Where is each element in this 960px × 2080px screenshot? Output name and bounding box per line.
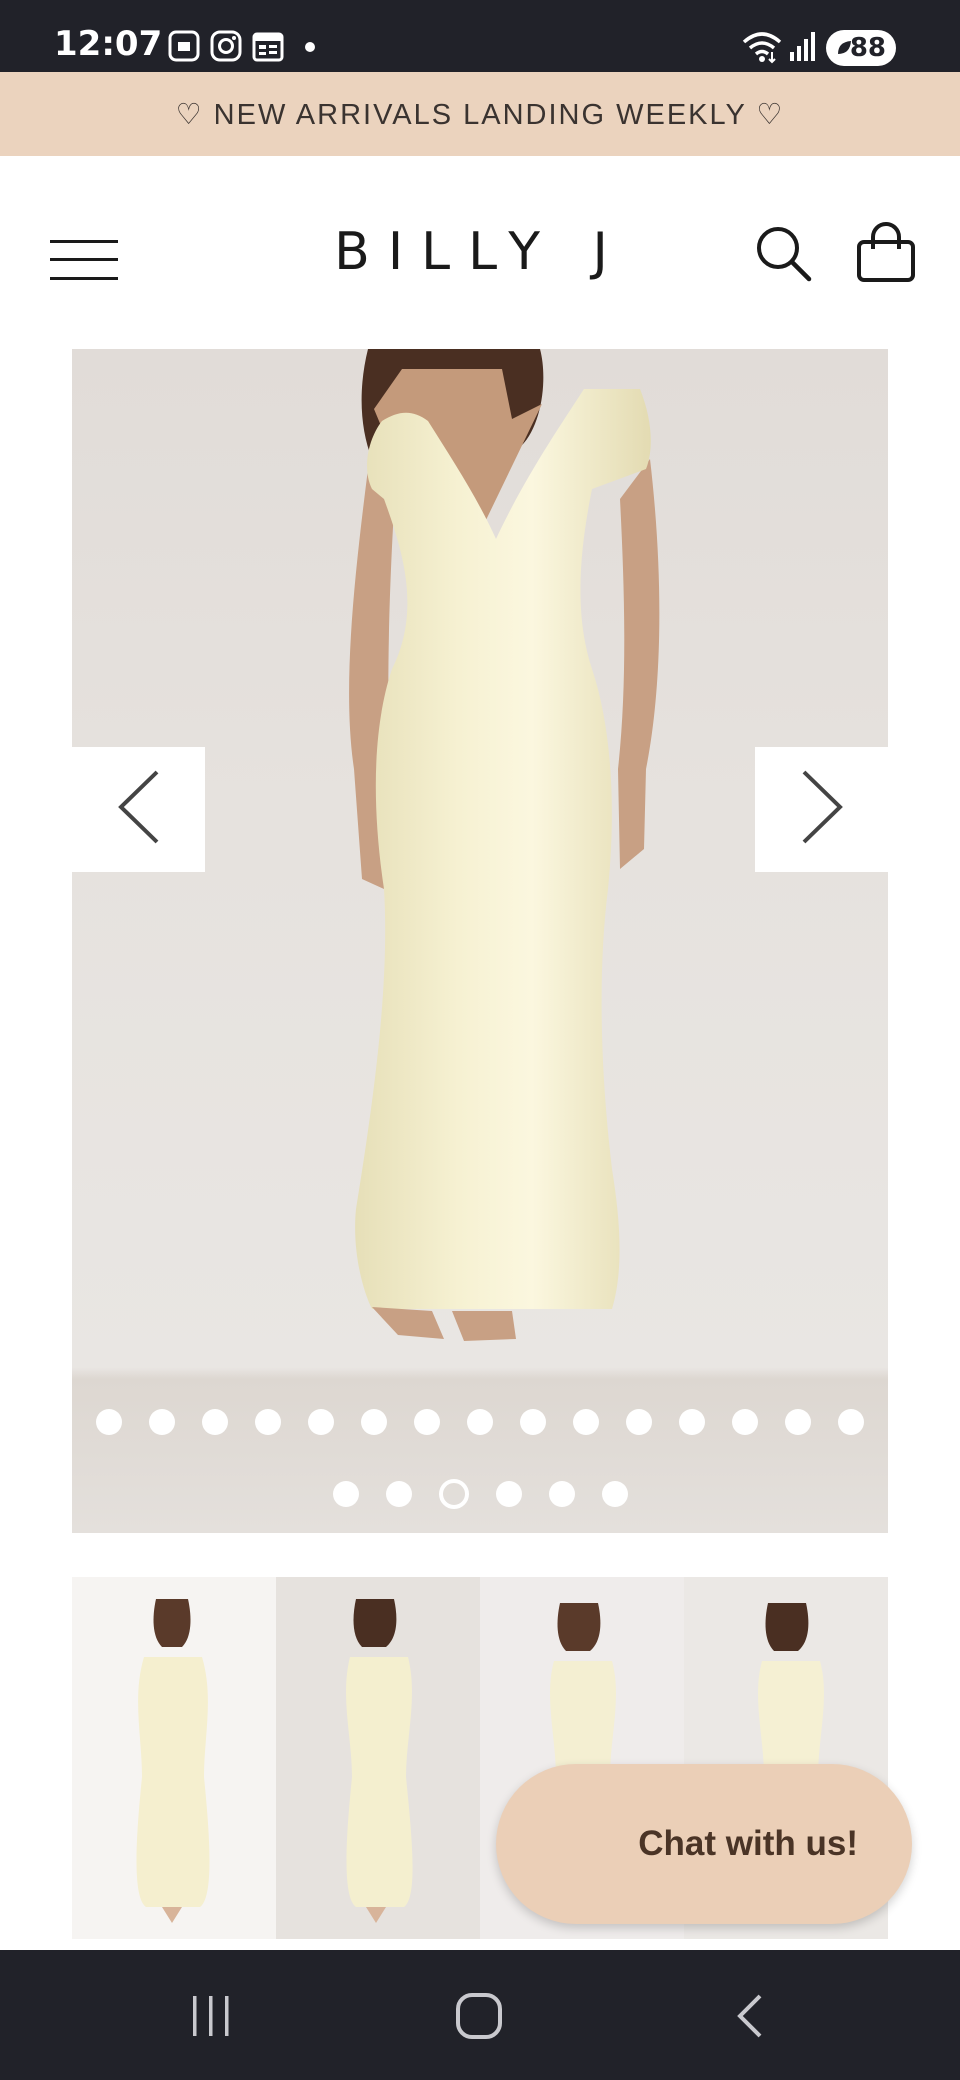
prev-image-button[interactable]: [72, 747, 205, 872]
screenshot-icon: [166, 28, 202, 69]
status-time: 12:07: [54, 24, 163, 64]
gallery-dot[interactable]: [385, 1481, 412, 1507]
gallery-dot[interactable]: [332, 1481, 359, 1507]
system-navigation-bar: [0, 1950, 960, 2080]
gallery-dots-row-1: [72, 1409, 888, 1435]
next-image-button[interactable]: [755, 747, 888, 872]
status-bar: 12:07 88: [0, 0, 960, 72]
chat-button[interactable]: Chat with us!: [496, 1764, 912, 1924]
chevron-right-icon: [800, 768, 844, 851]
chevron-left-icon: [117, 768, 161, 851]
gallery-dot[interactable]: [520, 1409, 546, 1435]
gallery-dot[interactable]: [548, 1481, 575, 1507]
home-icon[interactable]: [444, 1988, 514, 2044]
gallery-dot[interactable]: [255, 1409, 281, 1435]
gallery-dot[interactable]: [96, 1409, 122, 1435]
brand-logo[interactable]: BILLY J: [0, 222, 960, 282]
gallery-dot[interactable]: [573, 1409, 599, 1435]
gallery-dot[interactable]: [467, 1409, 493, 1435]
gallery-dot[interactable]: [361, 1409, 387, 1435]
instagram-icon: [208, 28, 244, 69]
shopping-bag-icon[interactable]: [856, 222, 916, 284]
gallery-dot[interactable]: [679, 1409, 705, 1435]
back-icon[interactable]: [714, 1988, 784, 2044]
gallery-dot[interactable]: [308, 1409, 334, 1435]
gallery-dot[interactable]: [785, 1409, 811, 1435]
gallery-dot[interactable]: [414, 1409, 440, 1435]
gallery-dot-active[interactable]: [438, 1479, 469, 1509]
recent-apps-icon[interactable]: [176, 1988, 246, 2044]
product-image-gallery[interactable]: [72, 349, 888, 1533]
promo-banner[interactable]: ♡ NEW ARRIVALS LANDING WEEKLY ♡: [0, 72, 960, 156]
product-image: [349, 349, 660, 1341]
search-icon[interactable]: [754, 224, 814, 284]
gallery-dot[interactable]: [495, 1481, 522, 1507]
promo-text: ♡ NEW ARRIVALS LANDING WEEKLY ♡: [175, 98, 785, 131]
battery-icon: 88: [826, 30, 896, 66]
gallery-dot[interactable]: [149, 1409, 175, 1435]
wifi-icon: [742, 30, 782, 69]
thumbnail-2[interactable]: [276, 1577, 480, 1939]
battery-level: 88: [849, 33, 886, 63]
gallery-dot[interactable]: [202, 1409, 228, 1435]
gallery-dot[interactable]: [732, 1409, 758, 1435]
gallery-dots-row-2: [72, 1479, 888, 1509]
dot-icon: [304, 40, 316, 58]
gallery-dot[interactable]: [838, 1409, 864, 1435]
signal-icon: [788, 30, 818, 67]
gallery-dot[interactable]: [601, 1481, 628, 1507]
thumbnail-1[interactable]: [72, 1577, 276, 1939]
gallery-dot[interactable]: [626, 1409, 652, 1435]
calendar-icon: [250, 28, 286, 69]
site-header: BILLY J: [0, 156, 960, 348]
